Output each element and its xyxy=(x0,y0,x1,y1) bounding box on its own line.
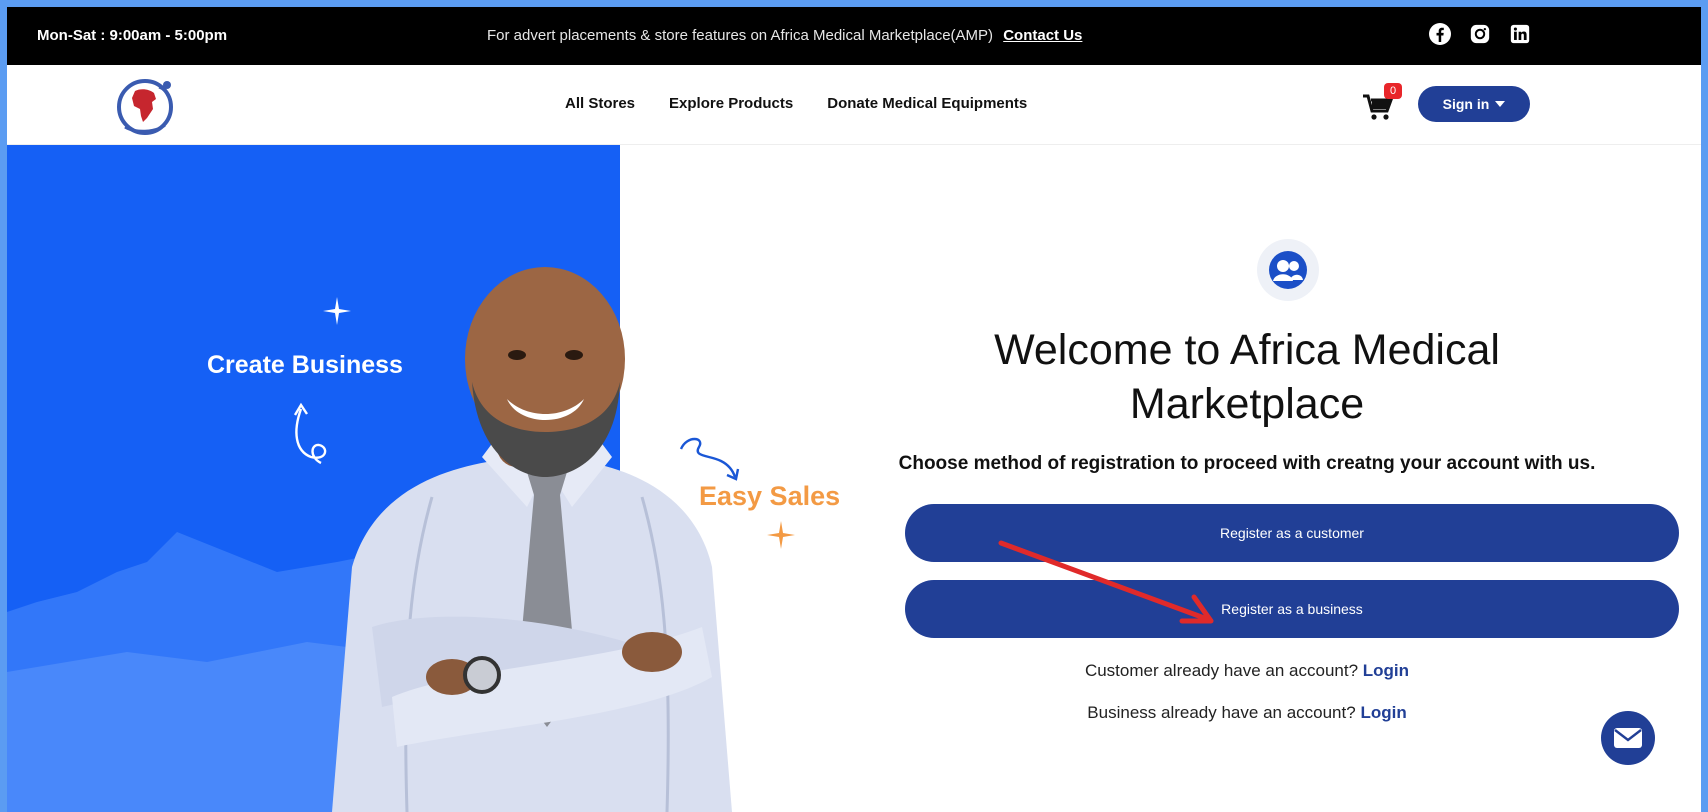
linkedin-icon[interactable] xyxy=(1507,21,1533,47)
business-login-prefix: Business already have an account? xyxy=(1087,703,1356,722)
page-title: Welcome to Africa Medical Marketplace xyxy=(907,323,1587,431)
instagram-icon[interactable] xyxy=(1467,21,1493,47)
sparkle-orange-icon xyxy=(767,521,795,549)
facebook-icon[interactable] xyxy=(1427,21,1453,47)
page-title-line2: Marketplace xyxy=(1129,380,1365,428)
cart-count-badge: 0 xyxy=(1384,83,1402,99)
main-navbar: All Stores Explore Products Donate Medic… xyxy=(7,65,1701,145)
social-links xyxy=(1427,21,1533,47)
nav-menu: All Stores Explore Products Donate Medic… xyxy=(565,95,1027,112)
caret-down-icon xyxy=(1495,101,1506,107)
page-frame: Mon-Sat : 9:00am - 5:00pm For advert pla… xyxy=(7,7,1701,812)
mail-icon xyxy=(1614,728,1642,748)
advert-notice: For advert placements & store features o… xyxy=(487,27,1082,44)
signin-dropdown-button[interactable]: Sign in xyxy=(1418,86,1530,122)
advert-text: For advert placements & store features o… xyxy=(487,27,994,44)
signin-label: Sign in xyxy=(1442,96,1490,112)
business-login-line: Business already have an account? Login xyxy=(907,703,1587,723)
top-bar: Mon-Sat : 9:00am - 5:00pm For advert pla… xyxy=(7,7,1701,65)
customer-login-line: Customer already have an account? Login xyxy=(907,661,1587,681)
nav-item-donate-medical-equipments[interactable]: Donate Medical Equipments xyxy=(827,95,1027,112)
contact-us-link[interactable]: Contact Us xyxy=(1003,27,1082,44)
page-title-line1: Welcome to Africa Medical xyxy=(994,326,1500,374)
business-login-link[interactable]: Login xyxy=(1360,703,1406,722)
registration-instruction: Choose method of registration to proceed… xyxy=(898,453,1596,474)
users-icon xyxy=(1257,239,1319,301)
customer-login-link[interactable]: Login xyxy=(1363,661,1409,680)
business-hours: Mon-Sat : 9:00am - 5:00pm xyxy=(37,27,228,44)
nav-item-all-stores[interactable]: All Stores xyxy=(565,95,635,112)
cart-button[interactable]: 0 xyxy=(1362,83,1404,121)
nav-item-explore-products[interactable]: Explore Products xyxy=(669,95,793,112)
customer-login-prefix: Customer already have an account? xyxy=(1084,661,1359,680)
red-annotation-arrow xyxy=(998,540,1214,624)
amp-logo[interactable] xyxy=(107,75,187,137)
hero-person-image xyxy=(332,267,732,812)
contact-mail-button[interactable] xyxy=(1601,711,1655,765)
